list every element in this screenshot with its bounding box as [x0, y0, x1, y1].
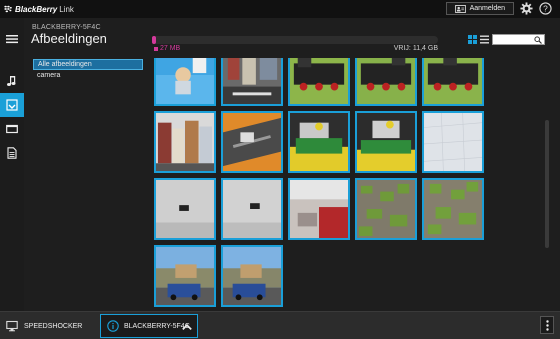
used-legend-swatch — [154, 46, 158, 51]
picture-thumbnail[interactable] — [154, 111, 216, 173]
pc-label: SPEEDSHOCKER — [24, 322, 83, 330]
blackberry-link-window: BlackBerry Link Aanmelden ? BLACKBERRY-5… — [0, 0, 560, 339]
device-tab-pc[interactable]: SPEEDSHOCKER — [6, 314, 82, 338]
more-options-button[interactable] — [540, 316, 554, 334]
search-icon[interactable] — [534, 36, 542, 44]
svg-text:?: ? — [543, 4, 548, 14]
picture-grid — [152, 58, 487, 311]
picture-thumbnail[interactable] — [422, 178, 484, 240]
picture-thumbnail[interactable] — [355, 58, 417, 106]
picture-thumbnail[interactable] — [154, 58, 216, 106]
title-bar: BlackBerry Link Aanmelden ? — [0, 0, 560, 18]
documents-icon — [7, 147, 17, 159]
help-icon[interactable]: ? — [539, 2, 552, 15]
device-label: BLACKBERRY-5F4C — [124, 322, 190, 330]
storage-bar — [152, 36, 438, 44]
brand-name: BlackBerry — [15, 4, 58, 14]
picture-thumbnail[interactable] — [221, 245, 283, 307]
list-view-icon[interactable] — [480, 35, 489, 44]
info-icon[interactable] — [107, 320, 119, 332]
nav-item-pictures[interactable] — [0, 93, 24, 117]
left-navigation — [0, 18, 24, 311]
picture-thumbnail[interactable] — [221, 111, 283, 173]
picture-thumbnail[interactable] — [288, 111, 350, 173]
storage-used: 27 MB — [154, 45, 180, 52]
picture-thumbnail[interactable] — [154, 178, 216, 240]
music-note-icon — [7, 76, 16, 86]
folder-item-camera[interactable]: camera — [33, 70, 143, 81]
product-name: Link — [59, 4, 74, 14]
picture-thumbnail[interactable] — [154, 245, 216, 307]
page-title: Afbeeldingen — [31, 31, 107, 46]
folder-item-all-pictures[interactable]: Alle afbeeldingen — [33, 59, 143, 70]
device-tab-blackberry[interactable]: BLACKBERRY-5F4C — [100, 314, 198, 338]
picture-thumbnail[interactable] — [288, 178, 350, 240]
gear-icon[interactable] — [520, 2, 533, 15]
storage-used-fill — [152, 36, 156, 44]
device-bar: SPEEDSHOCKER BLACKBERRY-5F4C — [0, 311, 560, 339]
storage-used-label: 27 MB — [160, 45, 181, 52]
computer-icon — [6, 320, 18, 332]
picture-thumbnail[interactable] — [288, 58, 350, 106]
more-vertical-icon — [545, 319, 549, 331]
login-label: Aanmelden — [469, 5, 505, 12]
app-brand: BlackBerry Link — [4, 5, 74, 14]
nav-item-documents[interactable] — [0, 141, 24, 165]
blackberry-logo-icon — [4, 5, 12, 13]
menu-icon — [6, 35, 18, 44]
login-button[interactable]: Aanmelden — [445, 2, 514, 15]
nav-item-video[interactable] — [0, 117, 24, 141]
chevron-up-icon[interactable] — [181, 321, 193, 333]
picture-thumbnail[interactable] — [221, 178, 283, 240]
account-card-icon — [454, 4, 466, 13]
storage-free-label: VRIJ: 11,4 GB — [393, 45, 438, 52]
search-box[interactable] — [492, 34, 545, 52]
grid-view-icon[interactable] — [468, 35, 477, 44]
picture-thumbnail[interactable] — [355, 178, 417, 240]
nav-item-music[interactable] — [0, 69, 24, 93]
device-name: BLACKBERRY-5F4C — [32, 24, 101, 31]
picture-thumbnail[interactable] — [422, 58, 484, 106]
picture-thumbnail[interactable] — [422, 111, 484, 173]
vertical-scrollbar[interactable] — [545, 120, 549, 248]
folder-list: Alle afbeeldingen camera — [33, 59, 143, 81]
picture-thumbnail[interactable] — [355, 111, 417, 173]
picture-thumbnail[interactable] — [221, 58, 283, 106]
search-input[interactable] — [493, 42, 533, 52]
pictures-icon — [6, 99, 18, 111]
video-icon — [6, 124, 18, 134]
menu-button[interactable] — [0, 27, 24, 51]
